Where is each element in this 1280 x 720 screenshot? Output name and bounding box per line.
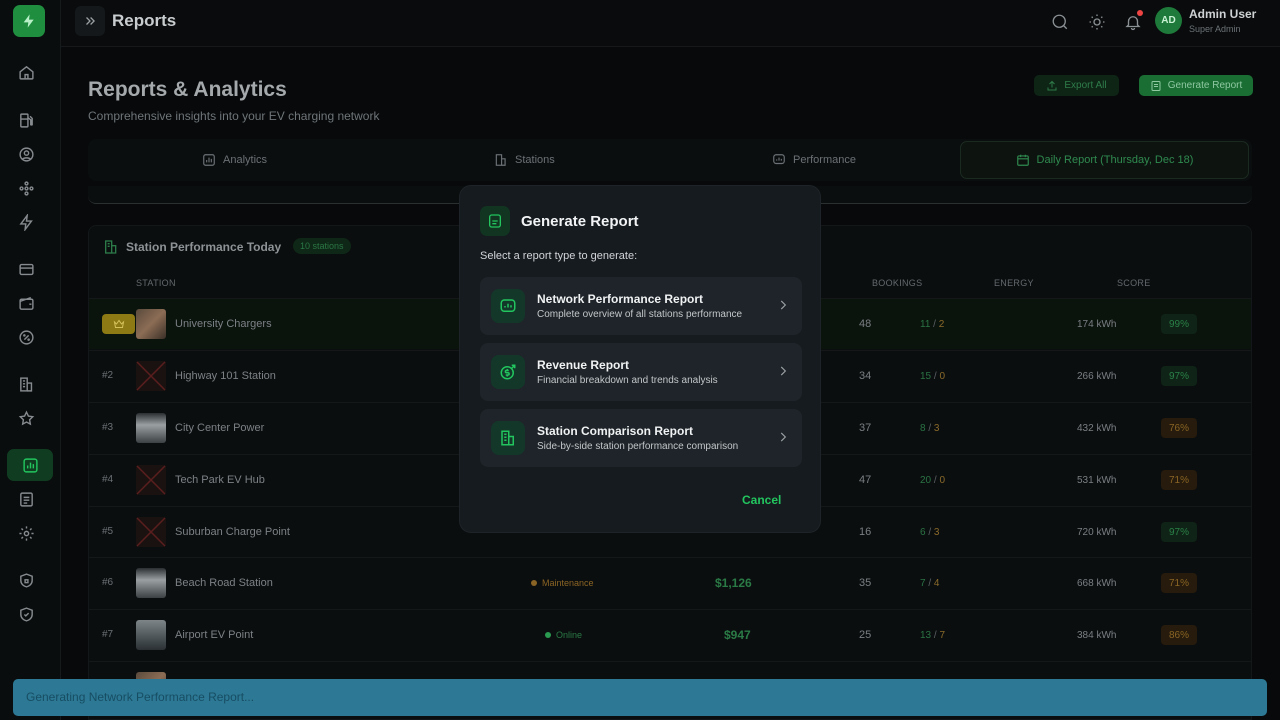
dialog-prompt: Select a report type to generate:: [480, 250, 638, 262]
dollar-trend-icon: [491, 355, 525, 389]
chevron-right-icon: [776, 364, 790, 378]
option-title: Network Performance Report: [537, 292, 704, 306]
chevron-right-icon: [776, 298, 790, 312]
option-description: Financial breakdown and trends analysis: [537, 375, 718, 386]
option-title: Revenue Report: [537, 358, 630, 372]
report-option-revenue[interactable]: Revenue Report Financial breakdown and t…: [480, 343, 802, 401]
chevron-right-icon: [776, 430, 790, 444]
toast-message: Generating Network Performance Report...: [26, 690, 255, 704]
dialog-title: Generate Report: [521, 213, 639, 230]
status-toast: Generating Network Performance Report...: [13, 679, 1267, 716]
cancel-button[interactable]: Cancel: [742, 493, 781, 507]
option-description: Side-by-side station performance compari…: [537, 441, 739, 452]
document-icon: [480, 206, 510, 236]
building-icon: [491, 421, 525, 455]
option-title: Station Comparison Report: [537, 424, 694, 438]
generate-report-dialog: Generate Report Select a report type to …: [459, 185, 821, 533]
chart-icon: [491, 289, 525, 323]
option-description: Complete overview of all stations perfor…: [537, 309, 743, 320]
report-option-network-performance[interactable]: Network Performance Report Complete over…: [480, 277, 802, 335]
report-option-station-comparison[interactable]: Station Comparison Report Side-by-side s…: [480, 409, 802, 467]
